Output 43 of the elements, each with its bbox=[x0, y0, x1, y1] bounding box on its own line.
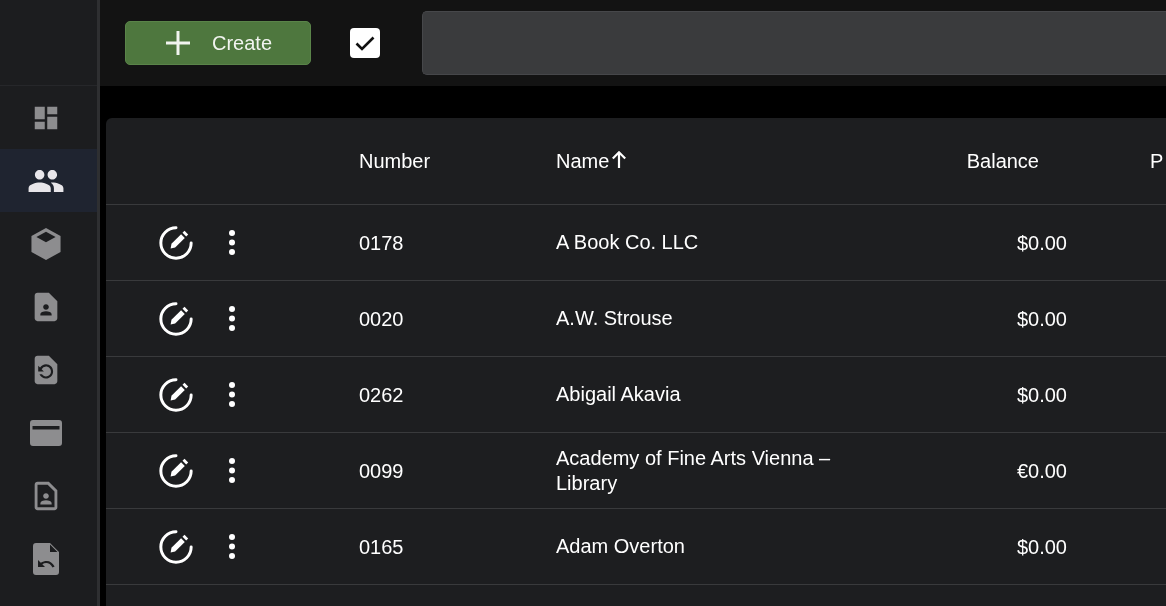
table-cell: A Book Co. LLC bbox=[556, 230, 699, 255]
column-header[interactable]: Name bbox=[556, 118, 880, 204]
table-cell: Adam Overton bbox=[556, 534, 685, 559]
column-header[interactable]: Number bbox=[359, 118, 556, 204]
edit-pencil-icon bbox=[159, 301, 193, 336]
table-cell-text: 0099 bbox=[359, 458, 404, 484]
table-cell-text: 0262 bbox=[359, 382, 404, 408]
table-cell-text: $0.00 bbox=[1016, 382, 1067, 408]
check-icon bbox=[355, 35, 375, 51]
table-cell-text: $0.00 bbox=[1016, 534, 1067, 560]
credit-card-icon bbox=[29, 419, 62, 446]
checkbox[interactable] bbox=[350, 28, 380, 58]
edit-button[interactable] bbox=[158, 224, 194, 261]
table-cell: Abigail Akavia bbox=[556, 382, 681, 407]
table-cell-text: 0178 bbox=[359, 230, 404, 256]
more-options-icon bbox=[229, 458, 235, 483]
edit-pencil-icon bbox=[159, 377, 193, 412]
search-field[interactable] bbox=[422, 11, 1166, 75]
column-header[interactable]: P bbox=[1150, 118, 1166, 204]
more-options-icon bbox=[229, 382, 235, 407]
create-button[interactable]: Create bbox=[125, 21, 311, 65]
more-options-icon bbox=[229, 534, 235, 559]
table-cell-text: $0.00 bbox=[1016, 230, 1067, 256]
column-header[interactable]: Balance bbox=[880, 118, 1067, 204]
edit-button[interactable] bbox=[158, 300, 194, 337]
table-cell: A.W. Strouse bbox=[556, 306, 673, 331]
plus-icon bbox=[166, 31, 190, 55]
edit-button[interactable] bbox=[158, 528, 194, 565]
edit-button[interactable] bbox=[158, 376, 194, 413]
table-cell-text: 0020 bbox=[359, 306, 404, 332]
document-undo-icon bbox=[32, 542, 59, 575]
edit-pencil-icon bbox=[159, 453, 193, 488]
sidebar-nav-item[interactable] bbox=[0, 149, 97, 212]
cube-icon bbox=[30, 227, 61, 260]
edit-button[interactable] bbox=[158, 452, 194, 489]
table-cell-text: Academy of Fine Arts Vienna – Library bbox=[556, 445, 832, 496]
table-cell-text: $0.00 bbox=[1016, 306, 1067, 332]
more-options-icon bbox=[229, 306, 235, 331]
table-cell-text: €0.00 bbox=[1016, 458, 1067, 484]
edit-pencil-icon bbox=[159, 225, 193, 260]
edit-pencil-icon bbox=[159, 529, 193, 564]
table-cell-text: 0165 bbox=[359, 534, 404, 560]
more-options-icon bbox=[229, 230, 235, 255]
